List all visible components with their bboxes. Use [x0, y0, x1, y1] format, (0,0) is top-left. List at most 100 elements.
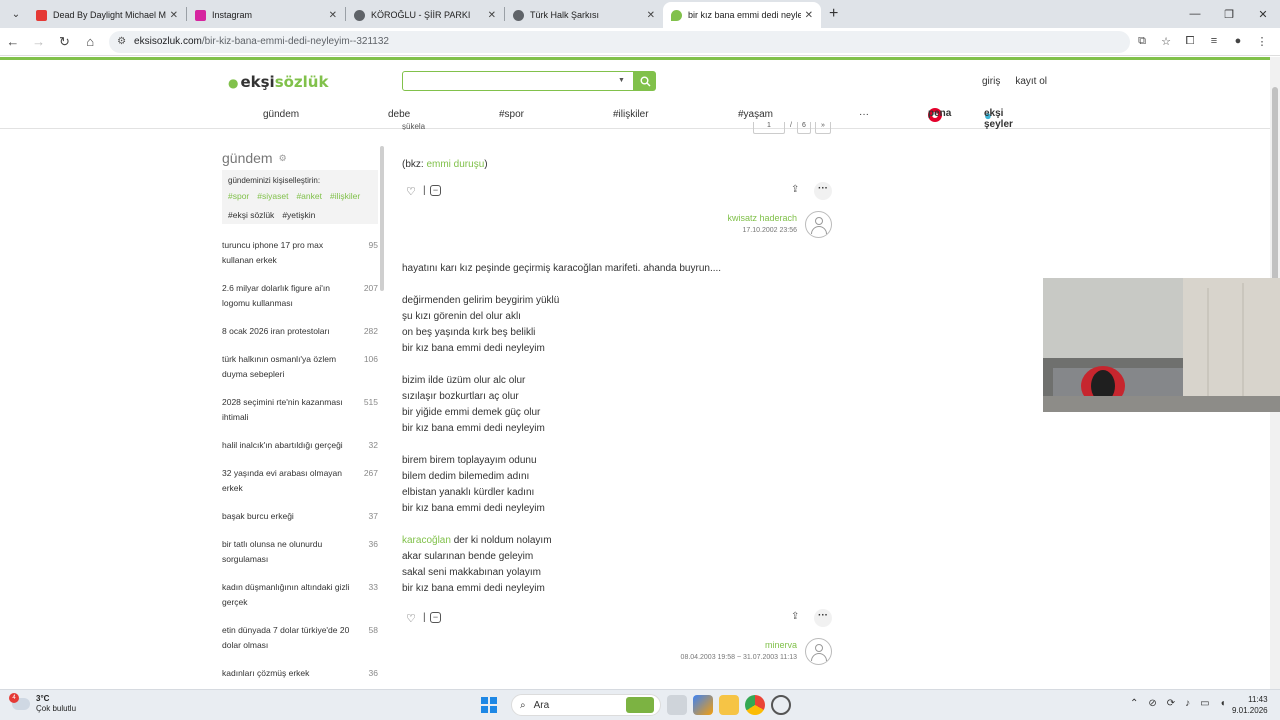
pager-select[interactable]: 1 [753, 122, 785, 134]
new-tab-button[interactable]: + [829, 5, 838, 23]
entry-actions: ♡ | − ⇪ ··· [402, 609, 832, 627]
close-tab-icon[interactable]: ✕ [488, 10, 496, 21]
microphone-icon[interactable]: ♪ [1185, 698, 1190, 709]
tab-instagram[interactable]: Instagram ✕ [187, 2, 345, 28]
nav-spor[interactable]: #spor [499, 109, 524, 120]
clock[interactable]: 11:43 9.01.2026 [1232, 694, 1268, 716]
minimize-icon[interactable]: — [1178, 0, 1212, 28]
topic-item[interactable]: 32 yaşında evi arabası olmayan erkek 267 [222, 466, 378, 496]
tag-iliskiler[interactable]: #ilişkiler [330, 191, 360, 201]
reload-icon[interactable]: ↻ [52, 34, 78, 50]
tag-eksi-sozluk[interactable]: #ekşi sözlük [228, 210, 274, 220]
close-tab-icon[interactable]: ✕ [329, 10, 337, 21]
site-info-icon[interactable]: ⚙ [117, 36, 126, 47]
topic-item[interactable]: etin dünyada 7 dolar türkiye'de 20 dolar… [222, 623, 378, 653]
share-icon[interactable]: ⇪ [791, 611, 799, 622]
entry-date[interactable]: 08.04.2003 19:58 ~ 31.07.2003 11:13 [497, 654, 797, 661]
register-link[interactable]: kayıt ol [1015, 76, 1047, 87]
sidebar-heading-text[interactable]: gündem [222, 150, 273, 166]
downvote-icon[interactable]: − [430, 612, 441, 623]
tag-spor[interactable]: #spor [228, 191, 249, 201]
author-nick[interactable]: minerva [497, 640, 797, 650]
nav-more[interactable]: ··· [859, 109, 869, 120]
site-logo[interactable]: ● ekşisözlük [228, 73, 328, 91]
nav-gundem[interactable]: gündem [263, 109, 299, 120]
nav-debe[interactable]: debe [388, 109, 410, 120]
downvote-icon[interactable]: − [430, 185, 441, 196]
search-dropdown-icon[interactable]: ▼ [618, 77, 625, 84]
entry-date[interactable]: 17.10.2002 23:56 [497, 227, 798, 234]
favorite-heart-icon[interactable]: ♡ [406, 185, 416, 198]
close-tab-icon[interactable]: ✕ [170, 10, 178, 21]
karacoglan-link[interactable]: karacoğlan [402, 535, 451, 546]
topic-item[interactable]: kadınları çözmüş erkek 36 [222, 666, 378, 681]
login-link[interactable]: giriş [982, 76, 1000, 87]
copilot-icon[interactable] [693, 695, 713, 715]
close-tab-icon[interactable]: ✕ [647, 10, 655, 21]
volume-icon[interactable]: ◖ [1220, 698, 1226, 709]
topic-title: etin dünyada 7 dolar türkiye'de 20 dolar… [222, 625, 350, 650]
favorite-heart-icon[interactable]: ♡ [406, 612, 416, 625]
topic-item[interactable]: bir tatlı olunsa ne olunurdu sorgulaması… [222, 537, 378, 567]
browser-menu-icon[interactable]: ⋮ [1250, 35, 1274, 48]
topic-item[interactable]: 8 ocak 2026 iran protestoları 282 [222, 324, 378, 339]
share-icon[interactable]: ⇪ [791, 184, 799, 195]
notifications-off-icon[interactable]: ⊘ [1148, 698, 1156, 709]
tag-anket[interactable]: #anket [296, 191, 322, 201]
tab-dead-by-daylight[interactable]: Dead By Daylight Michael Myers ✕ [28, 2, 186, 28]
tab-search-icon[interactable]: ⌄ [4, 4, 28, 24]
close-window-icon[interactable]: ✕ [1246, 0, 1280, 28]
forward-arrow-icon[interactable]: → [26, 34, 52, 49]
entry-poem: hayatını karı kız peşinde geçirmiş karac… [402, 261, 832, 597]
tab-turk-halk-sarkisi[interactable]: Türk Halk Şarkısı ✕ [505, 2, 663, 28]
bookmark-star-icon[interactable]: ☆ [1154, 35, 1178, 48]
sync-icon[interactable]: ⟳ [1167, 698, 1175, 709]
pager-next-icon[interactable]: » [815, 122, 831, 134]
back-arrow-icon[interactable]: ← [0, 34, 26, 49]
topic-item[interactable]: türk halkının osmanlı'ya özlem duyma seb… [222, 352, 378, 382]
author-avatar[interactable] [805, 211, 832, 238]
gear-icon[interactable]: ⚙ [279, 153, 287, 164]
tray-chevron-icon[interactable]: ⌃ [1130, 698, 1138, 709]
search-box: ▼ [402, 71, 656, 91]
search-button[interactable] [634, 71, 656, 91]
author-avatar[interactable] [805, 638, 832, 665]
nav-iliskiler[interactable]: #ilişkiler [613, 109, 649, 120]
action-divider: | [423, 612, 426, 623]
pager-total[interactable]: 6 [797, 122, 811, 134]
app-icon[interactable] [771, 695, 791, 715]
url-field[interactable]: ⚙ eksisozluk.com/bir-kiz-bana-emmi-dedi-… [109, 30, 1130, 53]
topic-item[interactable]: kadın düşmanlığının altındaki gizli gerç… [222, 580, 378, 610]
extensions-icon[interactable]: ⧠ [1178, 35, 1202, 48]
bkz-link[interactable]: emmi duruşu [426, 159, 484, 170]
profile-avatar-icon[interactable]: ● [1226, 35, 1250, 48]
task-view-icon[interactable] [667, 695, 687, 715]
tab-eksisozluk-active[interactable]: bir kız bana emmi dedi neyleye ✕ [663, 2, 821, 28]
more-options-icon[interactable]: ··· [814, 182, 832, 200]
author-nick[interactable]: kwisatz haderach [497, 213, 797, 223]
windows-start-icon[interactable] [481, 697, 497, 713]
tag-yetiskin[interactable]: #yetişkin [282, 210, 315, 220]
topic-item[interactable]: halil inalcık'ın abartıldığı gerçeği 32 [222, 438, 378, 453]
tag-siyaset[interactable]: #siyaset [257, 191, 288, 201]
reading-list-icon[interactable]: ≡ [1202, 35, 1226, 48]
topic-item[interactable]: 2028 seçimini rte'nin kazanması ihtimali… [222, 395, 378, 425]
topic-item[interactable]: başak burcu erkeği 37 [222, 509, 378, 524]
file-explorer-icon[interactable] [719, 695, 739, 715]
weather-widget[interactable]: 4 3°C Çok bulutlu [9, 693, 76, 714]
restore-icon[interactable]: ❐ [1212, 0, 1246, 28]
poem-line: bizim ilde üzüm olur alc olur [402, 375, 526, 386]
topic-item[interactable]: turuncu iphone 17 pro max kullanan erkek… [222, 238, 378, 268]
nav-yasam[interactable]: #yaşam [738, 109, 773, 120]
search-input[interactable] [402, 71, 634, 91]
taskbar-search[interactable]: ⌕ Ara [511, 694, 661, 716]
tab-koroglu[interactable]: KÖROĞLU - ŞİİR PARKI ✕ [346, 2, 504, 28]
more-options-icon[interactable]: ··· [814, 609, 832, 627]
close-tab-icon[interactable]: ✕ [805, 10, 813, 21]
topic-item[interactable]: 2.6 milyar dolarlık figure ai'ın logomu … [222, 281, 378, 311]
sidebar-scrollbar[interactable] [380, 146, 384, 291]
home-icon[interactable]: ⌂ [77, 34, 103, 49]
network-icon[interactable]: ▭ [1200, 698, 1209, 709]
chrome-icon[interactable] [745, 695, 765, 715]
install-app-icon[interactable]: ⧉ [1130, 35, 1154, 48]
